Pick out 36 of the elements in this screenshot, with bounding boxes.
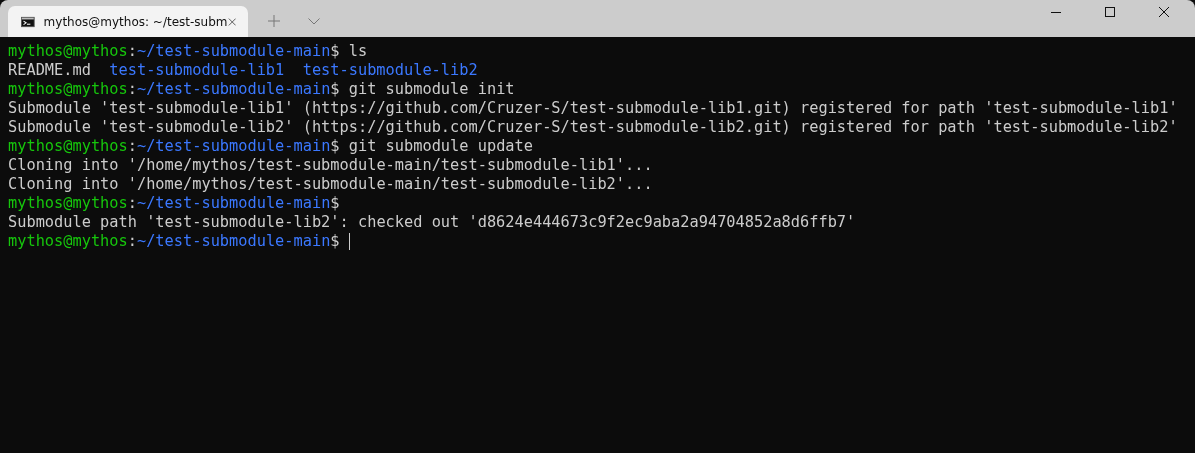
minimize-icon[interactable] — [1051, 11, 1061, 13]
terminal-tab[interactable]: mythos@mythos: ~/test-subm — [8, 6, 248, 37]
prompt-path: ~/test-submodule-main — [136, 80, 331, 99]
close-icon[interactable] — [1159, 7, 1169, 17]
prompt-path: ~/test-submodule-main — [136, 194, 331, 213]
terminal-icon — [21, 15, 35, 28]
maximize-icon[interactable] — [1105, 7, 1115, 17]
directory-name: test-submodule-lib1 — [109, 61, 285, 80]
file-name: README.md — [8, 61, 91, 80]
command-text: $ ls — [330, 42, 368, 61]
prompt-path: ~/test-submodule-main — [136, 42, 331, 61]
prompt-separator: : — [127, 194, 137, 213]
dropdown-chevron-icon[interactable] — [308, 18, 320, 25]
prompt-separator: : — [127, 80, 137, 99]
directory-name: test-submodule-lib2 — [302, 61, 478, 80]
prompt-user: mythos@mythos — [8, 232, 128, 251]
prompt-separator: : — [127, 42, 137, 61]
prompt-separator: : — [127, 232, 137, 251]
prompt-user: mythos@mythos — [8, 80, 128, 99]
command-text: $ git submodule init — [330, 80, 515, 99]
output-text: Submodule 'test-submodule-lib1' (https://github.com/Cruzer-S/test-submodule-lib1.git) registered for path 'test-submodule-lib1' — [8, 99, 1178, 118]
command-text: $ — [330, 194, 340, 213]
prompt-separator: : — [127, 137, 137, 156]
prompt-path: ~/test-submodule-main — [136, 137, 331, 156]
prompt-user: mythos@mythos — [8, 194, 128, 213]
output-text: Submodule 'test-submodule-lib2' (https://github.com/Cruzer-S/test-submodule-lib2.git) registered for path 'test-submodule-lib2' — [8, 118, 1178, 137]
prompt-user: mythos@mythos — [8, 137, 128, 156]
output-text: Submodule path 'test-submodule-lib2': checked out 'd8624e444673c9f2ec9aba2a94704852a8d6ffb7' — [8, 213, 856, 232]
prompt-user: mythos@mythos — [8, 42, 128, 61]
output-text: Cloning into '/home/mythos/test-submodule-main/test-submodule-lib2'... — [8, 175, 653, 194]
prompt-path: ~/test-submodule-main — [136, 232, 331, 251]
tab-title: mythos@mythos: ~/test-subm — [43, 14, 228, 29]
output-text: Cloning into '/home/mythos/test-submodule-main/test-submodule-lib1'... — [8, 156, 653, 175]
command-text: $ git submodule update — [330, 137, 533, 156]
command-text: $ — [330, 232, 340, 251]
close-tab-icon[interactable] — [227, 16, 236, 27]
